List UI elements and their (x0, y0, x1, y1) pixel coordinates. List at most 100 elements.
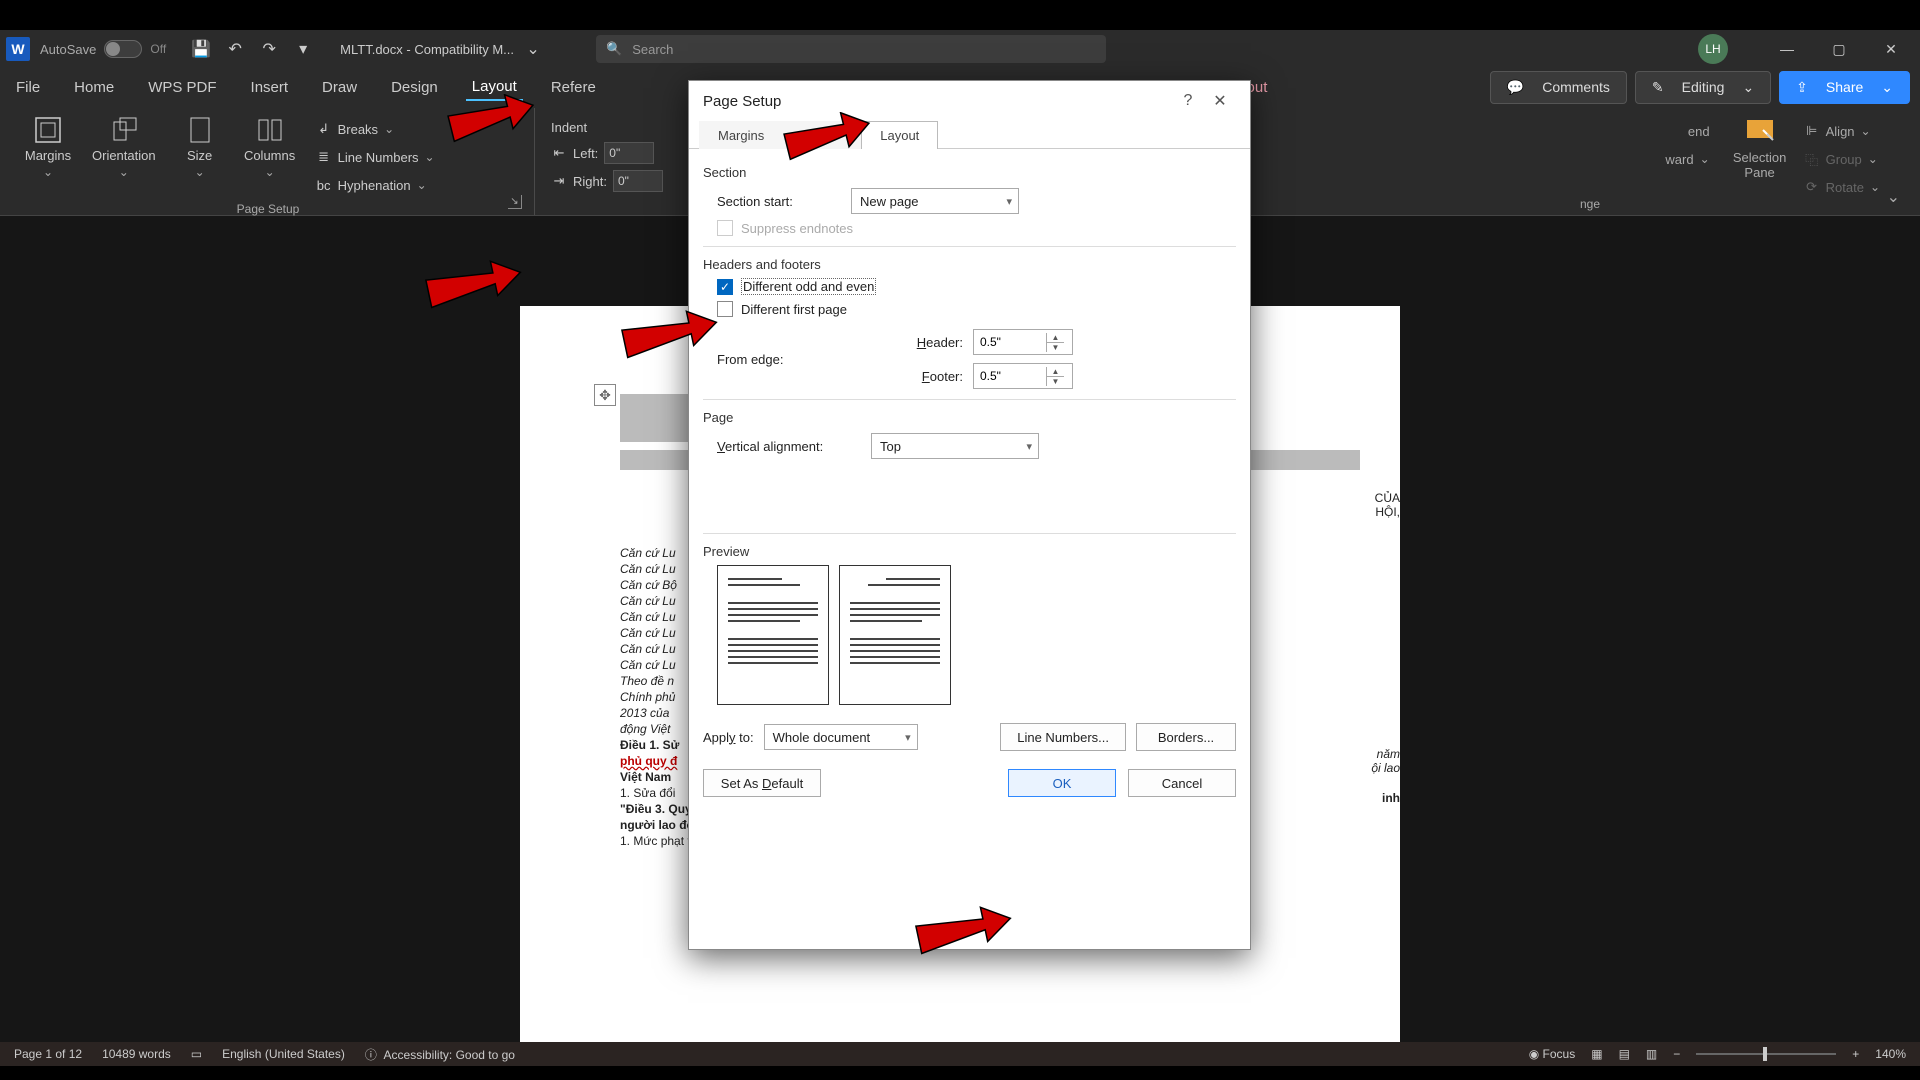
align-button[interactable]: ⊫Align ⌄ (1804, 118, 1880, 144)
preview-heading: Preview (703, 544, 1236, 559)
tab-file[interactable]: File (10, 75, 46, 100)
size-label: Size (187, 148, 212, 163)
print-layout-icon[interactable]: ▤ (1619, 1047, 1630, 1061)
tab-home[interactable]: Home (68, 75, 120, 100)
title-dropdown-icon[interactable]: ⌄ (522, 38, 544, 60)
zoom-value[interactable]: 140% (1875, 1047, 1906, 1061)
tab-references[interactable]: Refere (545, 75, 602, 100)
page-setup-launcher[interactable]: ↘ (508, 195, 522, 209)
tab-wps-pdf[interactable]: WPS PDF (142, 75, 222, 100)
margins-icon (30, 114, 66, 146)
spin-down-icon[interactable]: ▼ (1047, 343, 1064, 352)
indent-right-icon: ⇥ (551, 173, 567, 189)
indent-left-input[interactable] (604, 142, 654, 164)
footer-input[interactable] (974, 364, 1046, 388)
close-window-button[interactable]: ✕ (1868, 31, 1914, 67)
margins-button[interactable]: Margins⌄ (18, 112, 78, 198)
header-spin[interactable]: ▲▼ (973, 329, 1073, 355)
web-layout-icon[interactable]: ▥ (1646, 1047, 1657, 1061)
dialog-tab-paper[interactable]: P (783, 121, 861, 149)
search-placeholder: Search (632, 42, 673, 57)
search-box[interactable]: 🔍 Search (596, 35, 1106, 63)
tab-layout[interactable]: Layout (466, 74, 523, 101)
hyphenation-button[interactable]: bcHyphenation ⌄ (316, 172, 435, 198)
indent-label: Indent (551, 120, 587, 135)
maximize-button[interactable]: ▢ (1816, 31, 1862, 67)
accessibility-status[interactable]: ⓘ Accessibility: Good to go (365, 1046, 515, 1063)
margins-label: Margins (25, 148, 71, 163)
send-backward-partial[interactable]: ward ⌄ (1665, 146, 1709, 172)
focus-icon: ◉ (1529, 1047, 1539, 1061)
borders-button[interactable]: Borders... (1136, 723, 1236, 751)
dialog-tab-margins[interactable]: Margins (699, 121, 783, 149)
vertical-alignment-select[interactable]: Top ▾ (871, 433, 1039, 459)
undo-icon[interactable]: ↶ (224, 38, 246, 60)
apply-to-select[interactable]: Whole document ▾ (764, 724, 918, 750)
line-numbers-button[interactable]: ≣Line Numbers ⌄ (316, 144, 435, 170)
indent-right-input[interactable] (613, 170, 663, 192)
share-label: Share (1820, 75, 1869, 99)
minimize-button[interactable]: — (1764, 31, 1810, 67)
align-label: Align (1826, 124, 1855, 139)
tab-design[interactable]: Design (385, 75, 444, 100)
chevron-down-icon: ⌄ (1875, 75, 1899, 100)
line-numbers-label: Line Numbers (338, 150, 419, 165)
breaks-icon: ↲ (316, 121, 332, 137)
share-button[interactable]: ⇪ Share ⌄ (1779, 71, 1910, 104)
hyphenation-label: Hyphenation (338, 178, 411, 193)
qat-dropdown-icon[interactable]: ▾ (292, 38, 314, 60)
breaks-button[interactable]: ↲Breaks ⌄ (316, 116, 435, 142)
different-odd-even-checkbox[interactable]: ✓ Different odd and even (717, 278, 1236, 295)
comment-icon: 💬 (1501, 75, 1530, 100)
tab-draw[interactable]: Draw (316, 75, 363, 100)
set-as-default-button[interactable]: Set As Default (703, 769, 821, 797)
align-icon: ⊫ (1804, 123, 1820, 139)
bring-forward-partial[interactable]: end (1688, 118, 1710, 144)
size-button[interactable]: Size⌄ (170, 112, 230, 198)
toggle[interactable] (104, 40, 142, 58)
indent-right-row: ⇥ Right: (551, 168, 663, 194)
spin-up-icon[interactable]: ▲ (1047, 367, 1064, 377)
footer-spin[interactable]: ▲▼ (973, 363, 1073, 389)
header-input[interactable] (974, 330, 1046, 354)
save-icon[interactable]: 💾 (190, 38, 212, 60)
section-start-select[interactable]: New page ▾ (851, 188, 1019, 214)
selection-pane-button[interactable]: Selection Pane (1724, 114, 1796, 182)
spin-up-icon[interactable]: ▲ (1047, 333, 1064, 343)
indent-right-label: Right: (573, 174, 607, 189)
dialog-tab-layout[interactable]: Layout (861, 121, 938, 149)
ok-button[interactable]: OK (1008, 769, 1116, 797)
spin-down-icon[interactable]: ▼ (1047, 377, 1064, 386)
read-mode-icon[interactable]: ▦ (1591, 1047, 1602, 1061)
focus-mode[interactable]: ◉ Focus (1529, 1047, 1576, 1061)
table-move-handle[interactable]: ✥ (594, 384, 616, 406)
redo-icon[interactable]: ↷ (258, 38, 280, 60)
columns-button[interactable]: Columns⌄ (240, 112, 300, 198)
search-icon: 🔍 (606, 41, 622, 57)
cancel-button[interactable]: Cancel (1128, 769, 1236, 797)
user-avatar[interactable]: LH (1698, 34, 1728, 64)
editing-mode-button[interactable]: ✎ Editing ⌄ (1635, 71, 1771, 104)
title-bar: W AutoSave Off 💾 ↶ ↷ ▾ MLTT.docx - Compa… (0, 30, 1920, 68)
dialog-close-button[interactable]: ✕ (1204, 85, 1236, 117)
collapse-ribbon-icon[interactable]: ⌄ (1887, 187, 1900, 207)
spell-check-icon[interactable]: ▭ (191, 1047, 202, 1061)
footer-label: Footer: (851, 369, 963, 384)
word-count[interactable]: 10489 words (102, 1047, 171, 1061)
dialog-help-button[interactable]: ? (1172, 85, 1204, 117)
zoom-slider[interactable] (1696, 1053, 1836, 1055)
preview-page-even (839, 565, 951, 705)
language[interactable]: English (United States) (222, 1047, 345, 1061)
accessibility-icon: ⓘ (365, 1048, 377, 1062)
page-count[interactable]: Page 1 of 12 (14, 1047, 82, 1061)
comments-button[interactable]: 💬 Comments (1490, 71, 1627, 104)
page-heading: Page (703, 410, 1236, 425)
line-numbers-button[interactable]: Line Numbers... (1000, 723, 1126, 751)
different-first-page-checkbox[interactable]: Different first page (717, 301, 1236, 317)
zoom-out[interactable]: − (1673, 1047, 1680, 1061)
orientation-button[interactable]: Orientation⌄ (88, 112, 160, 198)
autosave-toggle[interactable]: AutoSave Off (40, 40, 166, 58)
zoom-in[interactable]: + (1852, 1047, 1859, 1061)
selection-pane-label: Selection Pane (1733, 150, 1786, 180)
tab-insert[interactable]: Insert (245, 75, 295, 100)
